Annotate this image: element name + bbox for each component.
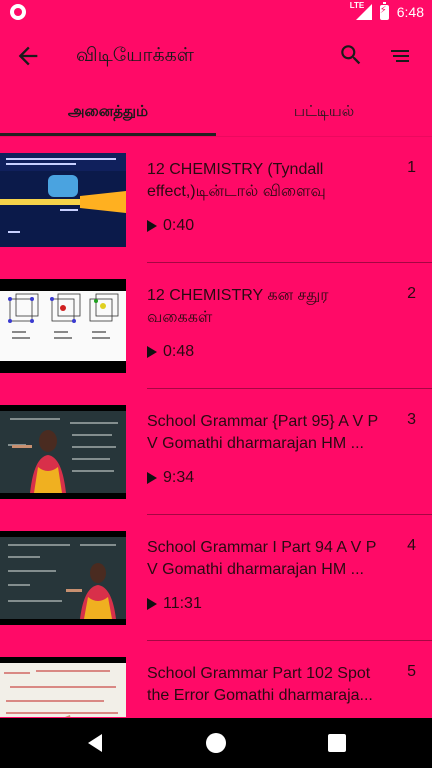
video-duration: 9:34 xyxy=(147,469,194,487)
video-list: 12 CHEMISTRY (Tyndall effect,)டின்டால் வ… xyxy=(0,137,432,717)
nav-back-button[interactable] xyxy=(86,733,104,753)
video-duration: 0:40 xyxy=(147,217,194,235)
video-thumbnail xyxy=(0,405,126,499)
system-nav-bar xyxy=(0,718,432,768)
status-time: 6:48 xyxy=(396,4,424,20)
network-type: LTE xyxy=(349,1,365,10)
tab-all[interactable]: அனைத்தும் xyxy=(0,88,216,136)
tab-playlists[interactable]: பட்டியல் xyxy=(216,88,432,136)
triangle-back-icon xyxy=(88,734,102,752)
nav-recents-button[interactable] xyxy=(328,734,346,752)
video-index: 1 xyxy=(407,159,416,176)
video-duration: 0:48 xyxy=(147,343,194,361)
battery-icon: ⚡ xyxy=(379,1,389,20)
play-icon xyxy=(147,346,157,358)
video-title: School Grammar I Part 94 A V P V Gomathi… xyxy=(147,539,377,578)
video-item[interactable]: School Grammar I Part 94 A V P V Gomathi… xyxy=(0,515,432,641)
duration-text: 0:40 xyxy=(163,217,195,234)
video-item[interactable]: 12 CHEMISTRY கன சதுர வகைகள் 2 0:48 xyxy=(0,263,432,389)
video-thumbnail xyxy=(0,153,126,247)
play-icon xyxy=(147,598,157,610)
nav-home-button[interactable] xyxy=(206,733,226,753)
sort-button[interactable] xyxy=(388,44,412,68)
video-index: 3 xyxy=(407,411,416,428)
video-title: School Grammar {Part 95} A V P V Gomathi… xyxy=(147,413,378,452)
arrow-back-icon xyxy=(18,46,38,66)
tab-bar: அனைத்தும் பட்டியல் xyxy=(0,88,432,136)
video-index: 5 xyxy=(407,663,416,680)
page-title: விடியோக்கள் xyxy=(76,44,194,66)
status-icons: LTE ⚡ 6:48 xyxy=(349,1,424,21)
play-icon xyxy=(147,220,157,232)
video-title: 12 CHEMISTRY கன சதுர வகைகள் xyxy=(147,287,329,326)
search-button[interactable] xyxy=(338,42,364,68)
video-index: 4 xyxy=(407,537,416,554)
video-item[interactable]: School Grammar {Part 95} A V P V Gomathi… xyxy=(0,389,432,515)
video-thumbnail xyxy=(0,531,126,625)
video-title: School Grammar Part 102 Spot the Error G… xyxy=(147,665,373,704)
duration-text: 0:48 xyxy=(163,343,195,360)
sort-icon xyxy=(391,50,409,62)
search-icon xyxy=(341,45,361,65)
status-bar: LTE ⚡ 6:48 xyxy=(0,0,432,24)
signal-icon: LTE xyxy=(349,1,372,20)
notification-icon xyxy=(10,4,26,20)
back-button[interactable] xyxy=(14,42,42,70)
video-title: 12 CHEMISTRY (Tyndall effect,)டின்டால் வ… xyxy=(147,161,326,200)
video-thumbnail xyxy=(0,657,126,717)
video-item[interactable]: 12 CHEMISTRY (Tyndall effect,)டின்டால் வ… xyxy=(0,137,432,263)
app-bar: விடியோக்கள் xyxy=(0,24,432,88)
video-index: 2 xyxy=(407,285,416,302)
duration-text: 9:34 xyxy=(163,469,195,486)
duration-text: 11:31 xyxy=(163,595,202,612)
video-thumbnail xyxy=(0,279,126,373)
video-item[interactable]: School Grammar Part 102 Spot the Error G… xyxy=(0,641,432,717)
video-duration: 11:31 xyxy=(147,595,202,613)
play-icon xyxy=(147,472,157,484)
